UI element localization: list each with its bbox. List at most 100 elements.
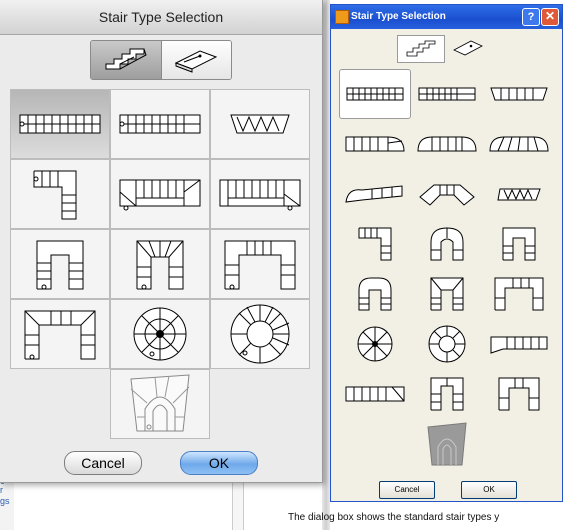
stair-type-tile[interactable] (411, 419, 483, 469)
u-shaped-stair-icon (494, 277, 544, 311)
stair-type-tile[interactable] (411, 169, 483, 219)
custom-stair-icon (130, 374, 190, 432)
straight-stair-icon (490, 87, 548, 101)
stair-type-tile[interactable] (339, 369, 411, 419)
stair-type-tile[interactable] (10, 89, 110, 159)
stair-type-tile[interactable] (411, 369, 483, 419)
stair-type-tile[interactable] (110, 369, 210, 439)
winder-stair-icon (497, 188, 541, 201)
stair-type-tile[interactable] (483, 219, 555, 269)
stair-type-tile[interactable] (483, 369, 555, 419)
stair-type-tile[interactable] (10, 159, 110, 229)
stair-type-tile (483, 419, 555, 469)
stair-type-tile[interactable] (339, 69, 411, 119)
u-shaped-stair-icon (136, 240, 184, 290)
stair-type-tile[interactable] (210, 229, 310, 299)
title-bar: Stair Type Selection ? ✕ (331, 5, 562, 29)
stair-type-tile[interactable] (110, 89, 210, 159)
winder-stair-icon (230, 114, 290, 134)
stair-type-tile[interactable] (110, 159, 210, 229)
straight-stair-icon (19, 114, 101, 134)
straight-stair-icon (418, 87, 476, 101)
mac-stair-type-dialog: Stair Type Selection Cancel OK (0, 0, 323, 483)
stair-type-tile[interactable] (10, 229, 110, 299)
stair-type-tile[interactable] (483, 319, 555, 369)
app-icon (335, 10, 349, 24)
stair-type-tile[interactable] (110, 299, 210, 369)
l-shaped-stair-icon (33, 170, 77, 220)
winder-stair-icon (419, 184, 475, 206)
close-button[interactable]: ✕ (541, 8, 559, 26)
stair-type-tile[interactable] (411, 69, 483, 119)
dialog-title: Stair Type Selection (0, 0, 322, 35)
custom-stair-icon (427, 422, 467, 466)
ok-button[interactable]: OK (180, 451, 258, 475)
spiral-stair-icon (230, 304, 290, 364)
stair-type-tile[interactable] (210, 159, 310, 229)
stair-type-tile[interactable] (339, 119, 411, 169)
background-link[interactable]: r (0, 485, 10, 496)
u-shaped-stair-icon (498, 377, 540, 411)
winder-stair-icon (489, 136, 549, 152)
view-2d-button[interactable] (445, 35, 491, 61)
u-shaped-stair-icon (36, 240, 84, 290)
u-shaped-stair-icon (430, 277, 464, 311)
background-link[interactable]: gs (0, 496, 10, 507)
windows-stair-type-dialog: Stair Type Selection ? ✕ Cancel OK (330, 4, 563, 502)
background-column-divider (232, 482, 244, 530)
3d-stair-icon (406, 40, 436, 57)
2d-plan-icon (175, 50, 218, 73)
2d-plan-icon (453, 40, 483, 56)
stair-type-tile[interactable] (339, 219, 411, 269)
straight-landing-stair-icon (119, 179, 201, 211)
u-shaped-stair-icon (224, 240, 296, 290)
spiral-stair-icon (428, 325, 466, 363)
view-2d-button[interactable] (160, 41, 231, 79)
stair-type-tile (339, 419, 411, 469)
stair-type-tile[interactable] (411, 219, 483, 269)
winder-stair-icon (417, 136, 477, 152)
cancel-button[interactable]: Cancel (64, 451, 142, 475)
u-shaped-stair-icon (24, 310, 96, 360)
straight-stair-icon (346, 87, 404, 101)
l-shaped-stair-icon (358, 227, 392, 261)
u-shaped-stair-icon (358, 277, 392, 311)
stair-type-tile[interactable] (483, 169, 555, 219)
background-caption: The dialog box shows the standard stair … (288, 512, 500, 523)
stair-type-tile[interactable] (10, 299, 110, 369)
stair-type-tile[interactable] (483, 69, 555, 119)
ok-button[interactable]: OK (461, 481, 517, 499)
straight-stair-icon (119, 114, 201, 134)
stair-type-grid (339, 69, 555, 469)
dialog-title: Stair Type Selection (351, 11, 446, 22)
stair-type-tile[interactable] (411, 319, 483, 369)
view-3d-button[interactable] (91, 41, 161, 79)
spiral-stair-icon (133, 307, 187, 361)
u-shaped-stair-icon (430, 227, 464, 261)
winder-stair-icon (345, 185, 403, 203)
stair-type-tile[interactable] (210, 299, 310, 369)
winder-stair-icon (490, 336, 548, 354)
background-window-gap (322, 0, 330, 530)
stair-type-tile[interactable] (411, 269, 483, 319)
view-mode-toggle (90, 40, 232, 80)
stair-type-tile[interactable] (339, 319, 411, 369)
stair-type-grid (10, 89, 310, 369)
spiral-stair-icon (357, 326, 393, 362)
cancel-button[interactable]: Cancel (379, 481, 435, 499)
stair-type-tile[interactable] (210, 89, 310, 159)
view-mode-toggle (397, 35, 491, 63)
view-3d-button[interactable] (397, 35, 445, 63)
stair-type-tile[interactable] (483, 269, 555, 319)
winder-stair-icon (345, 136, 405, 152)
stair-type-tile[interactable] (339, 269, 411, 319)
3d-stair-icon (105, 48, 147, 70)
straight-landing-stair-icon (219, 179, 301, 211)
stair-type-tile[interactable] (411, 119, 483, 169)
straight-landing-stair-icon (345, 386, 405, 402)
stair-type-tile[interactable] (339, 169, 411, 219)
u-shaped-stair-icon (502, 227, 536, 261)
help-button[interactable]: ? (522, 8, 540, 26)
stair-type-tile[interactable] (483, 119, 555, 169)
stair-type-tile[interactable] (110, 229, 210, 299)
